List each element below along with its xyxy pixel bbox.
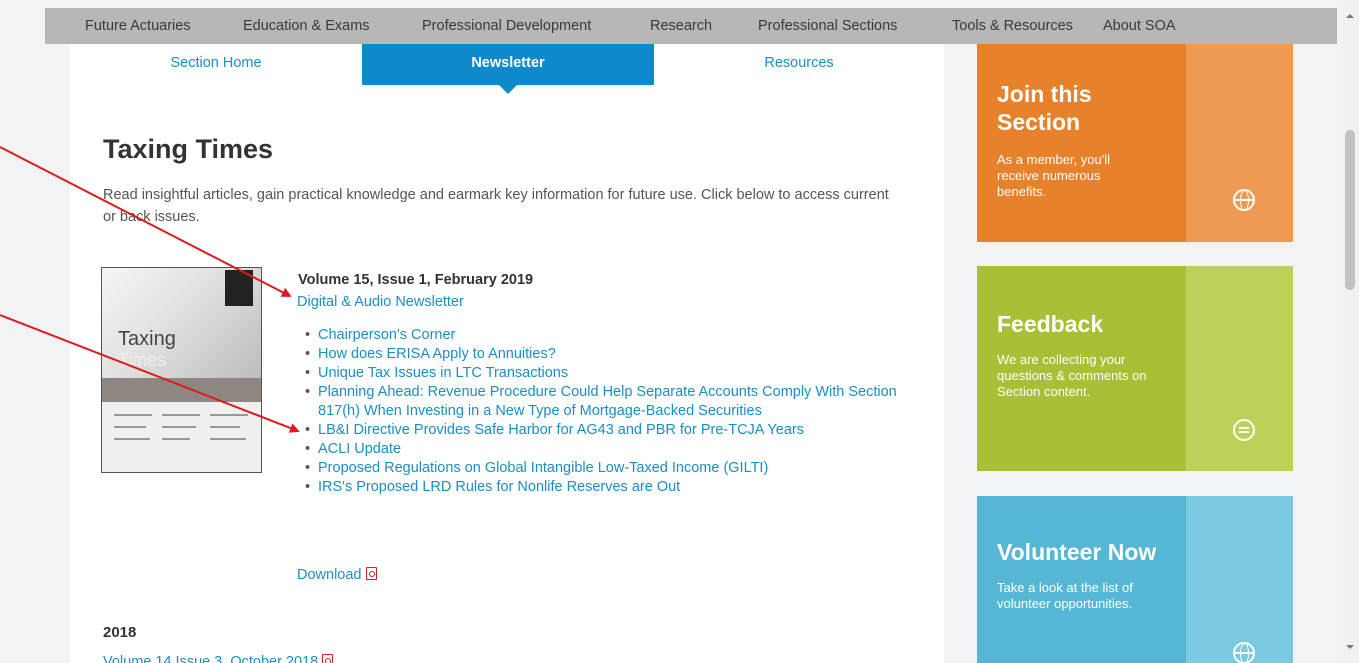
tab-resources[interactable]: Resources [654, 44, 944, 85]
scrollbar-thumb[interactable] [1345, 130, 1355, 290]
article-link[interactable]: How does ERISA Apply to Annuities? [305, 345, 918, 364]
feedback-card-text: We are collecting your questions & comme… [997, 352, 1147, 399]
cover-title-line1: Taxing [118, 328, 176, 350]
join-card-text: As a member, you'll receive numerous ben… [997, 152, 1111, 199]
section-tabs: Section Home Newsletter Resources [70, 44, 944, 94]
volunteer-card-title: Volunteer Now [997, 539, 1157, 565]
volunteer-card[interactable]: Volunteer Now Take a look at the list of… [977, 496, 1293, 663]
cover-text-line [210, 414, 248, 416]
chat-bubble-icon [1233, 419, 1255, 441]
nav-future-actuaries[interactable]: Future Actuaries [85, 18, 191, 34]
top-navigation: Future Actuaries Education & Exams Profe… [45, 8, 1337, 44]
cover-text-line [210, 426, 240, 428]
page-intro: Read insightful articles, gain practical… [103, 187, 889, 225]
card-accent-stripe [1186, 44, 1293, 242]
cover-text-line [162, 414, 200, 416]
cover-title-line2: Times [118, 350, 167, 370]
tab-newsletter-label: Newsletter [471, 55, 545, 71]
feedback-card-title: Feedback [997, 311, 1104, 337]
cover-text-line [114, 414, 152, 416]
newsletter-cover-image[interactable]: Taxing Times [101, 267, 262, 473]
article-link[interactable]: ACLI Update [305, 440, 918, 459]
article-list: Chairperson's Corner How does ERISA Appl… [305, 326, 918, 497]
cover-text-line [114, 438, 150, 440]
nav-professional-development[interactable]: Professional Development [422, 18, 591, 34]
active-tab-caret [499, 85, 517, 94]
tab-newsletter[interactable]: Newsletter [362, 44, 654, 94]
globe-icon [1233, 642, 1255, 663]
page-scrollbar[interactable] [1341, 0, 1359, 663]
article-link[interactable]: IRS's Proposed LRD Rules for Nonlife Res… [305, 478, 918, 497]
globe-icon [1233, 189, 1255, 211]
nav-education-exams[interactable]: Education & Exams [243, 18, 370, 34]
join-card-title: Join this Section [997, 81, 1092, 135]
nav-tools-resources[interactable]: Tools & Resources [952, 18, 1073, 34]
scroll-down-arrow-icon[interactable] [1346, 645, 1354, 649]
page-title: Taxing Times [103, 134, 274, 164]
nav-research[interactable]: Research [650, 18, 712, 34]
cover-badge [225, 270, 253, 306]
article-link[interactable]: LB&I Directive Provides Safe Harbor for … [305, 421, 918, 440]
cover-text-line [162, 438, 190, 440]
tab-section-home-label: Section Home [170, 55, 262, 71]
volunteer-card-text: Take a look at the list of volunteer opp… [997, 580, 1133, 611]
join-section-card[interactable]: Join this Section As a member, you'll re… [977, 44, 1293, 242]
cover-text-line [114, 426, 146, 428]
archive-issue-link[interactable]: Volume 14 Issue 3, October 2018 [103, 654, 334, 663]
download-label: Download [297, 567, 362, 583]
download-link[interactable]: Download [297, 567, 377, 583]
archive-issue-label: Volume 14 Issue 3, October 2018 [103, 654, 319, 663]
cover-text-line [210, 438, 246, 440]
article-link[interactable]: Unique Tax Issues in LTC Transactions [305, 364, 918, 383]
cover-band [102, 378, 261, 402]
article-link[interactable]: Chairperson's Corner [305, 326, 918, 345]
article-link[interactable]: Proposed Regulations on Global Intangibl… [305, 459, 918, 478]
scroll-up-arrow-icon[interactable] [1346, 14, 1354, 18]
feedback-card[interactable]: Feedback We are collecting your question… [977, 266, 1293, 471]
pdf-icon [365, 567, 377, 580]
tab-resources-label: Resources [764, 55, 834, 71]
archive-year-heading: 2018 [103, 624, 137, 641]
pdf-icon [322, 654, 334, 663]
cover-text-line [162, 426, 196, 428]
tab-section-home[interactable]: Section Home [70, 44, 362, 85]
nav-professional-sections[interactable]: Professional Sections [758, 18, 897, 34]
issue-title: Volume 15, Issue 1, February 2019 [298, 272, 534, 288]
nav-about-soa[interactable]: About SOA [1103, 18, 1176, 34]
card-accent-stripe [1186, 496, 1293, 663]
digital-audio-newsletter-link[interactable]: Digital & Audio Newsletter [297, 294, 464, 310]
article-link[interactable]: Planning Ahead: Revenue Procedure Could … [305, 383, 903, 421]
